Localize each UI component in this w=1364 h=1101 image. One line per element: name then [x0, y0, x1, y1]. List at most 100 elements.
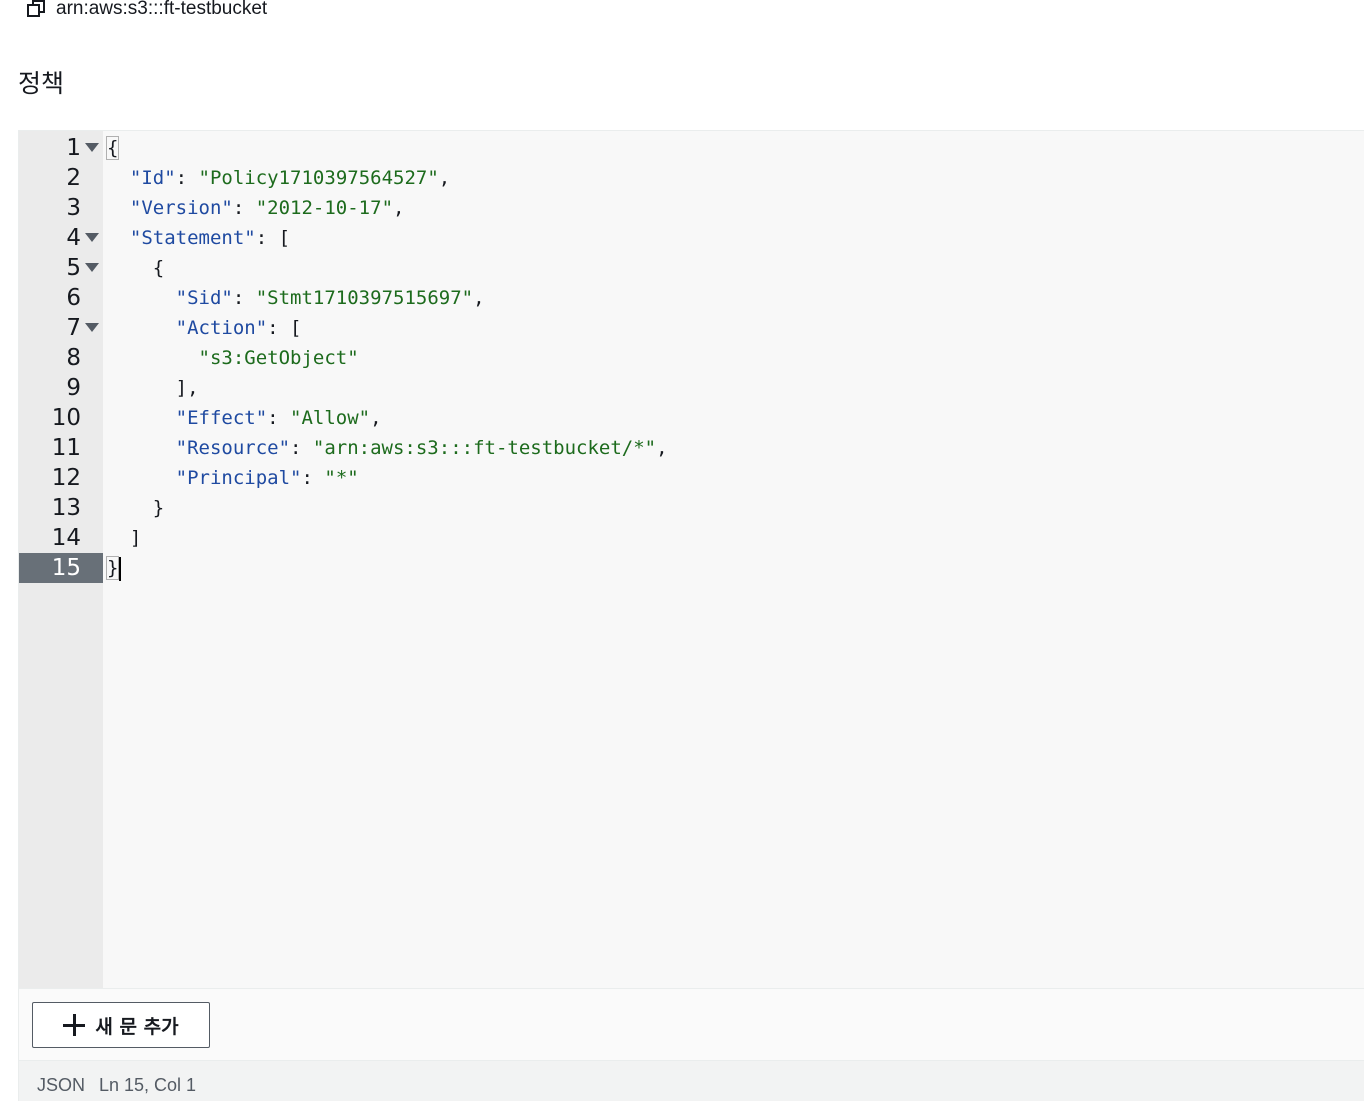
code-line[interactable]: "Sid": "Stmt1710397515697",	[107, 283, 485, 313]
json-punctuation: :	[290, 437, 313, 459]
line-number: 4	[19, 223, 103, 253]
fold-caret-icon[interactable]	[85, 233, 99, 242]
json-punctuation: ,	[656, 437, 668, 459]
json-punctuation: ]	[107, 527, 142, 549]
line-number: 10	[19, 403, 103, 433]
add-statement-label: 새 문 추가	[95, 1015, 179, 1038]
line-number-text: 8	[66, 345, 81, 371]
line-number: 13	[19, 493, 103, 523]
line-number-text: 1	[66, 135, 81, 161]
code-line[interactable]: ],	[107, 373, 199, 403]
code-line[interactable]: }	[105, 553, 122, 583]
json-key: "Id"	[129, 167, 176, 189]
editor-statusbar: JSON Ln 15, Col 1	[18, 1060, 1364, 1101]
json-punctuation: : [	[255, 227, 291, 249]
code-line[interactable]: "s3:GetObject"	[107, 343, 359, 373]
editor-gutter: 1 2 3 4 5 6 7 8 9 10 11 12 13 14 15	[19, 131, 103, 989]
json-key: "Action"	[175, 317, 268, 339]
json-punctuation: :	[301, 467, 325, 489]
line-number-text: 13	[51, 495, 81, 521]
json-punctuation	[107, 437, 176, 459]
json-punctuation: {	[105, 136, 120, 160]
code-line[interactable]: "Statement": [	[107, 223, 290, 253]
code-line[interactable]: {	[105, 133, 120, 163]
json-punctuation: :	[175, 167, 199, 189]
code-line[interactable]: "Resource": "arn:aws:s3:::ft-testbucket/…	[107, 433, 668, 463]
json-punctuation	[107, 287, 176, 309]
editor-toolbar: 새 문 추가	[18, 988, 1364, 1061]
line-number: 14	[19, 523, 103, 553]
line-number: 2	[19, 163, 103, 193]
line-number-text: 14	[51, 525, 81, 551]
json-punctuation: }	[105, 556, 120, 580]
fold-caret-icon[interactable]	[85, 263, 99, 272]
line-number-text: 11	[51, 435, 81, 461]
code-line[interactable]: "Action": [	[107, 313, 302, 343]
code-line[interactable]: ]	[107, 523, 141, 553]
json-string: "Policy1710397564527"	[198, 167, 439, 189]
editor-code-area[interactable]: { "Id": "Policy1710397564527", "Version"…	[103, 131, 1364, 989]
fold-caret-icon[interactable]	[85, 143, 99, 152]
fold-caret-icon[interactable]	[85, 323, 99, 332]
json-key: "Resource"	[175, 437, 291, 459]
line-number-text: 10	[51, 405, 81, 431]
json-punctuation	[107, 197, 130, 219]
json-punctuation: ,	[473, 287, 485, 309]
json-key: "Effect"	[175, 407, 268, 429]
line-number-text: 7	[66, 315, 81, 341]
code-line[interactable]: {	[107, 253, 164, 283]
line-number-text: 3	[66, 195, 81, 221]
json-punctuation: :	[232, 197, 256, 219]
json-punctuation: ],	[107, 377, 199, 399]
line-number: 1	[19, 133, 103, 163]
json-punctuation	[107, 467, 176, 489]
json-punctuation: : [	[267, 317, 302, 339]
json-punctuation: ,	[438, 167, 451, 189]
line-number-text: 4	[66, 225, 81, 251]
line-number: 15	[19, 553, 103, 583]
line-number-text: 9	[66, 375, 81, 401]
code-line[interactable]: "Effect": "Allow",	[107, 403, 382, 433]
bucket-arn: arn:aws:s3:::ft-testbucket	[26, 0, 267, 24]
code-line[interactable]: "Version": "2012-10-17",	[107, 193, 405, 223]
code-line[interactable]: "Id": "Policy1710397564527",	[107, 163, 450, 193]
line-number-text: 6	[66, 285, 81, 311]
json-punctuation	[107, 347, 199, 369]
json-string: "s3:GetObject"	[198, 347, 359, 369]
text-cursor	[119, 556, 122, 581]
line-number-text: 5	[66, 255, 81, 281]
json-string: "Allow"	[290, 407, 371, 429]
code-line[interactable]: }	[107, 493, 164, 523]
copy-icon[interactable]	[26, 0, 46, 19]
status-cursor-position: Ln 15, Col 1	[99, 1075, 197, 1095]
json-punctuation: }	[107, 497, 165, 519]
status-language: JSON	[37, 1075, 86, 1095]
line-number: 6	[19, 283, 103, 313]
json-punctuation	[107, 317, 176, 339]
line-number-text: 15	[51, 555, 81, 581]
json-punctuation: ,	[393, 197, 405, 219]
json-key: "Version"	[129, 197, 233, 219]
json-punctuation	[107, 407, 176, 429]
policy-section-title: 정책	[18, 69, 65, 98]
json-string: "arn:aws:s3:::ft-testbucket/*"	[312, 437, 657, 459]
policy-json-editor[interactable]: 1 2 3 4 5 6 7 8 9 10 11 12 13 14 15 { "Id": "Policy171…	[18, 130, 1364, 989]
add-statement-button[interactable]: 새 문 추가	[32, 1002, 210, 1048]
json-key: "Statement"	[129, 227, 256, 249]
json-key: "Sid"	[175, 287, 233, 309]
line-number: 3	[19, 193, 103, 223]
json-string: "*"	[324, 467, 359, 489]
json-punctuation	[107, 167, 130, 189]
json-punctuation: ,	[370, 407, 382, 429]
json-punctuation: {	[107, 257, 165, 279]
json-string: "2012-10-17"	[255, 197, 394, 219]
line-number: 11	[19, 433, 103, 463]
plus-icon	[63, 1014, 86, 1036]
line-number: 9	[19, 373, 103, 403]
json-key: "Principal"	[175, 467, 302, 489]
json-punctuation: :	[232, 287, 256, 309]
line-number-text: 12	[51, 465, 81, 491]
line-number: 7	[19, 313, 103, 343]
line-number: 5	[19, 253, 103, 283]
code-line[interactable]: "Principal": "*"	[107, 463, 359, 493]
